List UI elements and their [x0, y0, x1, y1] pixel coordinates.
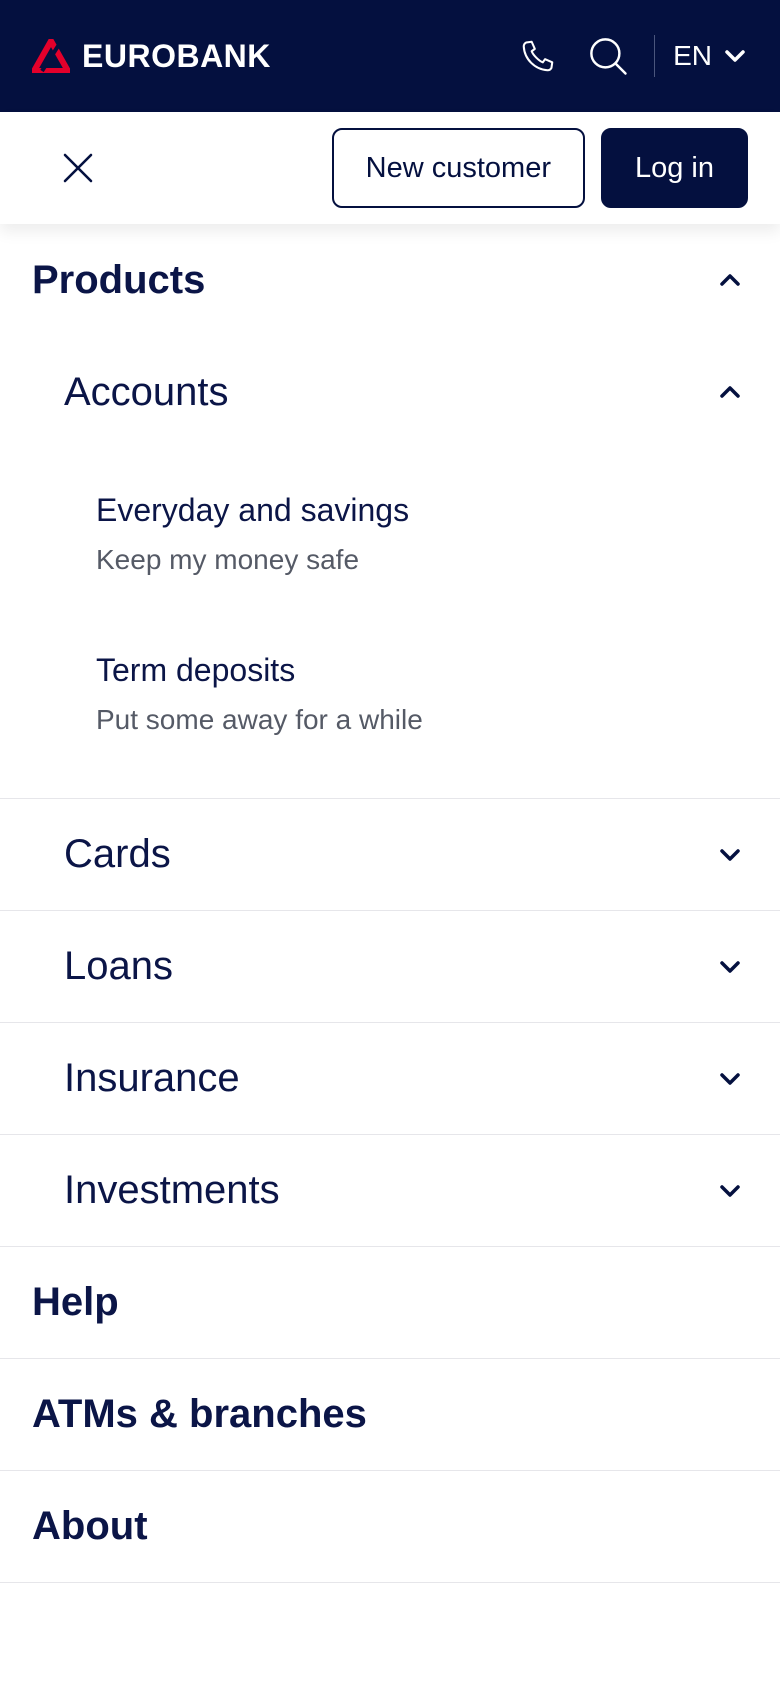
menu-item-atms-branches[interactable]: ATMs & branches: [0, 1359, 780, 1471]
menu-item-label: Investments: [64, 1168, 280, 1212]
submenu-item-title: Everyday and savings: [96, 492, 410, 528]
action-bar: New customer Log in: [0, 112, 780, 224]
menu-item-investments[interactable]: Investments: [0, 1135, 780, 1247]
chevron-down-icon: [716, 1065, 744, 1093]
close-menu-button[interactable]: [54, 144, 102, 192]
chevron-down-icon: [725, 50, 745, 62]
header-divider: [654, 35, 656, 77]
menu-item-products[interactable]: Products: [0, 224, 780, 336]
menu-item-about[interactable]: About: [0, 1471, 780, 1583]
menu-item-accounts[interactable]: Accounts: [0, 336, 780, 448]
top-bar: EUROBANK EN: [0, 0, 780, 112]
close-icon: [63, 153, 93, 183]
chevron-up-icon: [716, 266, 744, 294]
language-selector[interactable]: EN: [673, 40, 746, 72]
chevron-down-icon: [716, 1177, 744, 1205]
submenu-item-term-deposits[interactable]: Term deposits Put some away for a while: [0, 618, 780, 778]
menu-item-label: ATMs & branches: [32, 1392, 367, 1436]
menu-item-label: Help: [32, 1280, 119, 1324]
topbar-actions: EN: [514, 32, 746, 80]
accounts-submenu: Everyday and savings Keep my money safe …: [0, 448, 780, 799]
menu-item-label: Cards: [64, 832, 171, 876]
submenu-item-title: Term deposits: [96, 652, 296, 688]
brand-name: EUROBANK: [82, 37, 271, 74]
menu-item-label: Insurance: [64, 1056, 240, 1100]
brand-link[interactable]: EUROBANK: [32, 38, 271, 75]
phone-icon: [522, 40, 554, 72]
menu-item-label: About: [32, 1504, 148, 1548]
menu-item-insurance[interactable]: Insurance: [0, 1023, 780, 1135]
search-button[interactable]: [584, 32, 632, 80]
submenu-item-everyday-savings[interactable]: Everyday and savings Keep my money safe: [0, 458, 780, 618]
chevron-up-icon: [716, 378, 744, 406]
search-icon: [590, 38, 627, 75]
submenu-item-description: Keep my money safe: [96, 544, 360, 575]
phone-button[interactable]: [514, 32, 562, 80]
chevron-down-icon: [716, 841, 744, 869]
eurobank-logo-icon: [32, 39, 70, 73]
menu-item-label: Accounts: [64, 369, 229, 414]
menu-item-cards[interactable]: Cards: [0, 799, 780, 911]
submenu-item-description: Put some away for a while: [96, 704, 423, 735]
log-in-button[interactable]: Log in: [600, 128, 748, 208]
main-menu: Products Accounts Everyday and savings K…: [0, 224, 780, 1583]
language-label: EN: [673, 40, 712, 71]
chevron-down-icon: [716, 953, 744, 981]
new-customer-button[interactable]: New customer: [331, 128, 585, 208]
auth-buttons: New customer Log in: [331, 128, 748, 208]
menu-item-help[interactable]: Help: [0, 1247, 780, 1359]
menu-item-label: Products: [32, 257, 206, 302]
menu-item-label: Loans: [64, 944, 173, 988]
menu-item-loans[interactable]: Loans: [0, 911, 780, 1023]
